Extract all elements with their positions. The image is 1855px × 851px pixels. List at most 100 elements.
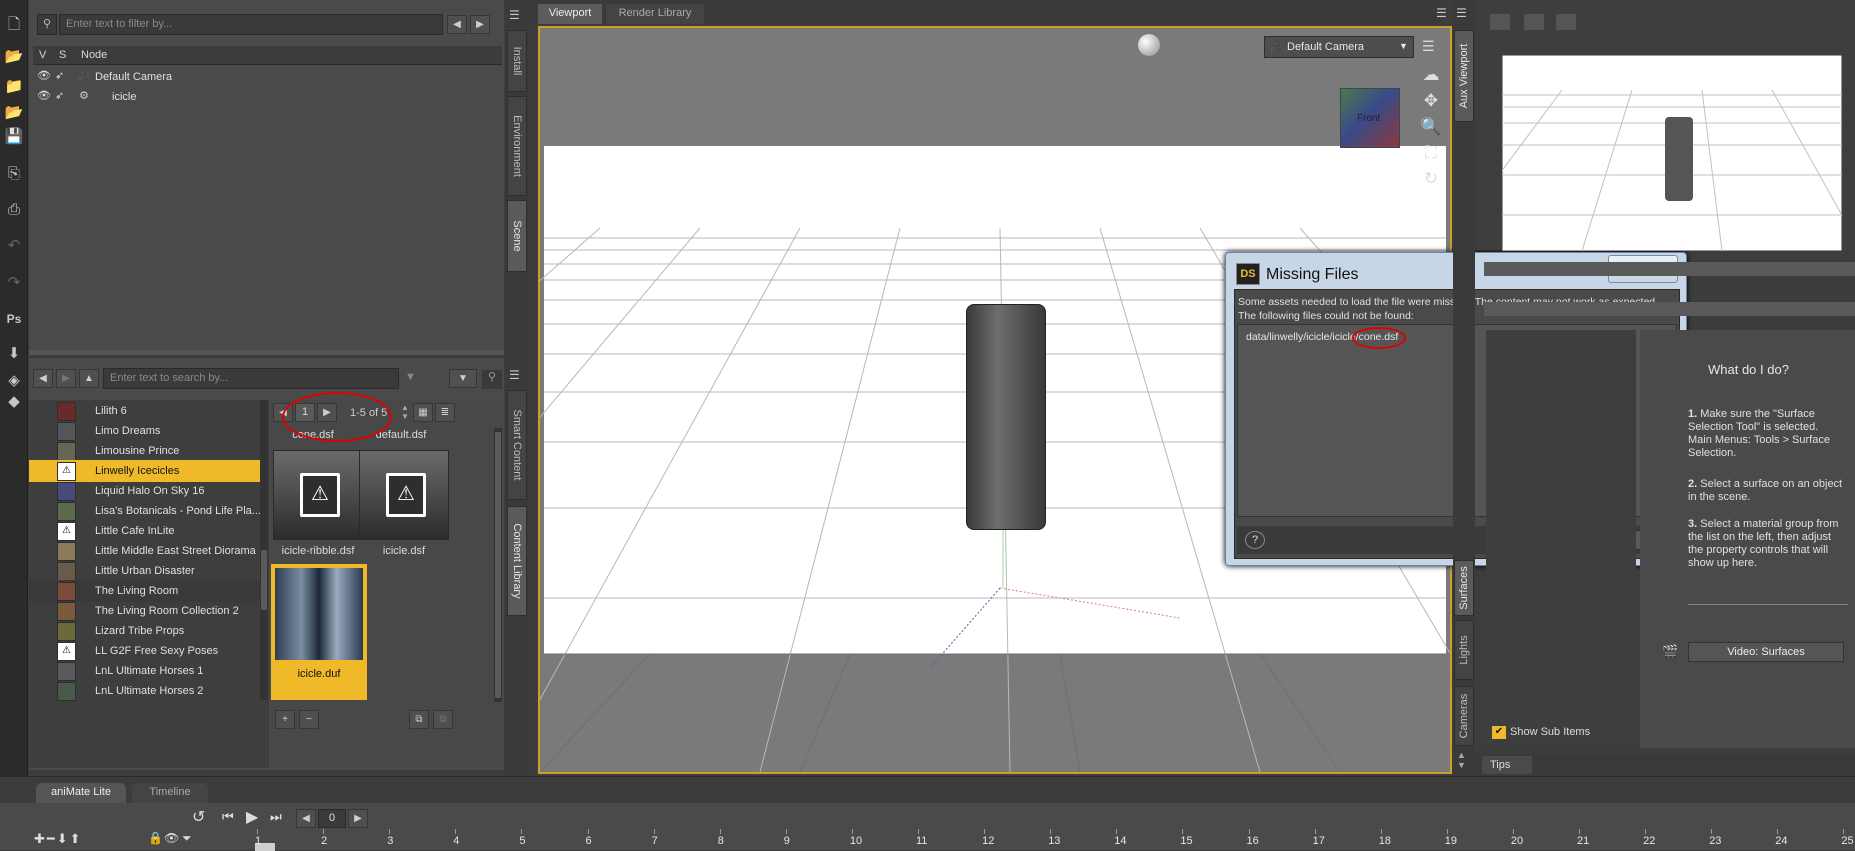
aux-tool-icon[interactable] xyxy=(1556,14,1576,30)
export-icon[interactable]: ⎘ xyxy=(3,163,25,185)
scene-node-row[interactable]: 👁 ➶ ⚙ icicle xyxy=(33,88,502,106)
list-item[interactable]: Limousine Prince xyxy=(29,440,261,462)
layer-icon[interactable]: ◈ xyxy=(3,370,25,392)
search-icon[interactable]: ⚲ xyxy=(37,14,57,35)
viewport-menu-icon[interactable]: ☰ xyxy=(1422,38,1435,55)
redo-icon[interactable]: ↷ xyxy=(3,272,25,294)
tab-scene[interactable]: Scene xyxy=(507,200,527,272)
panel-menu-icon[interactable]: ☰ xyxy=(509,368,520,382)
paste-icon[interactable]: ⧉ xyxy=(433,710,453,729)
timeline-tools-icon[interactable]: ✚━⬇⬆ xyxy=(34,831,83,847)
merge-icon[interactable]: 📁 xyxy=(3,76,25,98)
tab-render-library[interactable]: Render Library xyxy=(606,4,704,24)
open-recent-icon[interactable]: 📂 xyxy=(3,102,25,124)
loop-icon[interactable]: ↺ xyxy=(192,807,205,827)
copy-icon[interactable]: ⧉ xyxy=(409,710,429,729)
tab-viewport[interactable]: Viewport xyxy=(538,4,602,24)
content-search-input[interactable]: Enter text to search by... xyxy=(103,368,399,389)
scroll-arrows-icon[interactable]: ▲ ▼ xyxy=(1457,750,1466,770)
photoshop-bridge-icon[interactable]: Ps xyxy=(3,308,25,330)
panel-menu-icon[interactable]: ☰ xyxy=(1436,6,1447,20)
list-item-selected[interactable]: ⚠ Linwelly Icecicles xyxy=(29,460,261,482)
forward-arrow-icon[interactable]: ▶ xyxy=(56,369,76,388)
filter-icon[interactable]: ⏷ xyxy=(182,831,192,846)
lighting-icon[interactable] xyxy=(1138,34,1160,56)
stack-icon[interactable]: ◆ xyxy=(3,391,25,413)
list-item[interactable]: ⚠ Little Cafe InLite xyxy=(29,520,261,542)
panel-menu-icon[interactable]: ☰ xyxy=(509,8,520,22)
filter-dropdown-icon[interactable]: ▼ xyxy=(449,369,477,388)
back-arrow-icon[interactable]: ◀ xyxy=(33,369,53,388)
scene-filter-input[interactable]: Enter text to filter by... xyxy=(59,14,443,35)
list-item[interactable]: Liquid Halo On Sky 16 xyxy=(29,480,261,502)
list-item[interactable]: ⚠ LL G2F Free Sexy Poses xyxy=(29,640,261,662)
camera-select[interactable]: 🎥 Default Camera ▼ xyxy=(1264,36,1414,58)
next-arrow-icon[interactable]: ▶ xyxy=(470,15,490,34)
zoom-icon[interactable]: 🔍 xyxy=(1420,116,1442,138)
file-thumbnail[interactable]: ⚠ xyxy=(273,450,363,540)
aux-tool-icon[interactable] xyxy=(1490,14,1510,30)
tab-cameras[interactable]: Cameras xyxy=(1454,686,1474,746)
video-surfaces-button[interactable]: Video: Surfaces xyxy=(1688,642,1844,662)
pan-icon[interactable]: ✥ xyxy=(1420,90,1442,112)
eye-icon[interactable]: 👁 xyxy=(37,89,51,102)
undo-icon[interactable]: ↶ xyxy=(3,235,25,257)
pointer-icon[interactable]: ➶ xyxy=(55,89,64,102)
surface-tree[interactable]: ✔ Show Sub Items xyxy=(1486,330,1636,740)
file-scrollbar[interactable] xyxy=(494,428,502,702)
list-item[interactable]: Limo Dreams xyxy=(29,420,261,442)
list-item[interactable]: LnL Ultimate Horses 1 xyxy=(29,660,261,682)
aux-tool-icon[interactable] xyxy=(1524,14,1544,30)
spinner-icon[interactable]: ▲ ▼ xyxy=(401,403,411,422)
search-dropdown-icon[interactable]: ▼ xyxy=(405,371,416,383)
import-icon[interactable]: ⎙ xyxy=(3,199,25,221)
tab-smart-content[interactable]: Smart Content xyxy=(507,390,527,500)
tab-environment[interactable]: Environment xyxy=(507,96,527,196)
remove-icon[interactable]: − xyxy=(299,710,319,729)
tab-tips[interactable]: Tips xyxy=(1482,756,1532,774)
view-cube[interactable]: Front xyxy=(1340,88,1400,148)
scene-node-row[interactable]: 👁 ➶ 🎥 Default Camera xyxy=(33,68,502,86)
send-to-icon[interactable]: ⬇ xyxy=(3,343,25,365)
list-item[interactable]: Little Middle East Street Diorama xyxy=(29,540,261,562)
file-thumbnail[interactable]: ⚠ xyxy=(359,450,449,540)
tab-timeline[interactable]: Timeline xyxy=(132,783,208,803)
panel-splitter[interactable] xyxy=(29,350,504,355)
tab-content-library[interactable]: Content Library xyxy=(507,506,527,616)
frame-input[interactable]: 0 xyxy=(318,809,346,828)
list-item[interactable]: Lisa's Botanicals - Pond Life Pla... xyxy=(29,500,261,522)
eye-icon[interactable]: 👁 xyxy=(37,69,51,82)
list-item[interactable]: Lilith 6 xyxy=(29,400,261,422)
eye-icon[interactable]: 👁 xyxy=(164,831,179,845)
prev-arrow-icon[interactable]: ◀ xyxy=(447,15,467,34)
file-label[interactable]: icicle.dsf xyxy=(354,545,454,557)
help-icon[interactable]: ? xyxy=(1245,531,1265,549)
last-frame-icon[interactable]: ⏭ xyxy=(270,809,282,825)
play-icon[interactable]: ▶ xyxy=(246,807,258,827)
list-item[interactable]: The Living Room xyxy=(29,580,261,602)
list-item[interactable]: Lizard Tribe Props xyxy=(29,620,261,642)
frame-next-icon[interactable]: ▶ xyxy=(348,809,368,828)
save-icon[interactable]: 💾 xyxy=(3,126,25,148)
pointer-icon[interactable]: ➶ xyxy=(55,69,64,82)
panel-menu-icon[interactable]: ☰ xyxy=(1456,6,1467,20)
list-item[interactable]: Little Urban Disaster xyxy=(29,560,261,582)
new-scene-icon[interactable]: 🗋 xyxy=(3,14,25,36)
add-icon[interactable]: + xyxy=(275,710,295,729)
tab-surfaces[interactable]: Surfaces xyxy=(1454,560,1474,616)
selected-file-tile[interactable]: icicle.duf xyxy=(271,564,367,700)
orbit-icon[interactable]: ☁ xyxy=(1420,64,1442,86)
tab-animate-lite[interactable]: aniMate Lite xyxy=(36,783,126,803)
show-sub-items-checkbox[interactable]: ✔ xyxy=(1492,726,1506,739)
tab-lights[interactable]: Lights xyxy=(1454,620,1474,680)
icicle-object[interactable] xyxy=(966,304,1046,530)
frame-icon[interactable]: ⛶ xyxy=(1420,142,1442,164)
up-arrow-icon[interactable]: ▲ xyxy=(79,369,99,388)
lock-icon[interactable]: 🔒 xyxy=(148,831,163,845)
list-item[interactable]: The Living Room Collection 2 xyxy=(29,600,261,622)
open-icon[interactable]: 📂 xyxy=(3,46,25,68)
frame-prev-icon[interactable]: ◀ xyxy=(296,809,316,828)
reset-view-icon[interactable]: ↻ xyxy=(1420,168,1442,190)
icon-view-icon[interactable]: ▦ xyxy=(413,403,433,422)
tab-install[interactable]: Install xyxy=(507,30,527,92)
